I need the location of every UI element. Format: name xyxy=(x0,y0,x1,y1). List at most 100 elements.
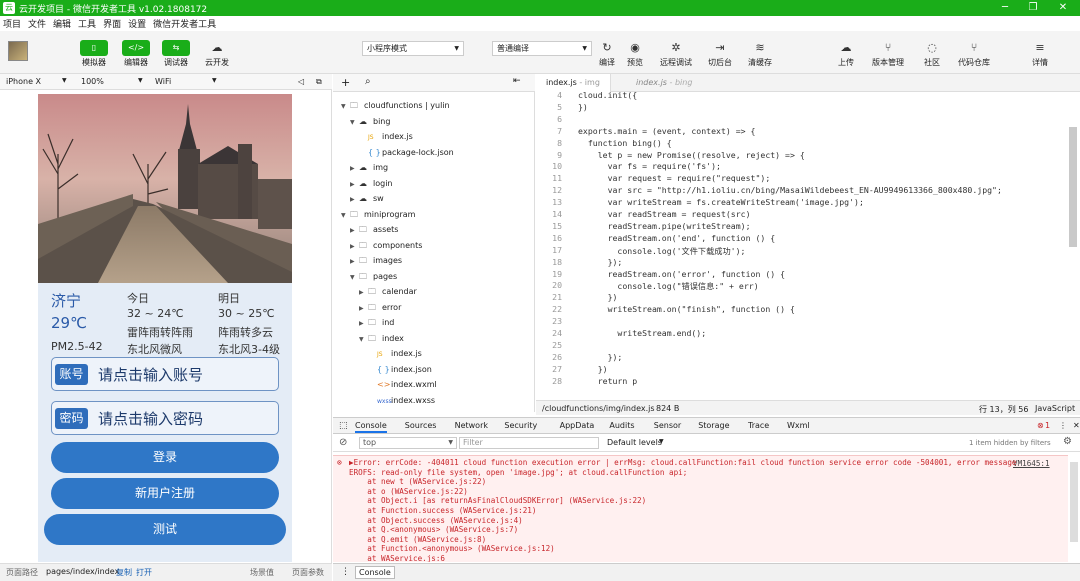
code-line[interactable]: exports.main = (event, context) => { xyxy=(578,126,755,136)
search-icon[interactable]: ⌕ xyxy=(365,76,371,87)
compile-button[interactable]: ↻ 编译 xyxy=(593,40,621,68)
compile-select[interactable]: 普通编译 ▼ xyxy=(492,41,592,56)
menu-item-edit[interactable]: 编辑 xyxy=(53,17,71,30)
kebab-icon[interactable]: ⋮ xyxy=(1059,421,1067,430)
code-line[interactable]: }) xyxy=(578,102,588,112)
add-icon[interactable]: + xyxy=(341,76,350,89)
chevron-down-icon[interactable]: ▼ xyxy=(212,77,217,84)
remote-debug-button[interactable]: ✲ 远程调试 xyxy=(660,40,692,68)
network-select[interactable]: WiFi xyxy=(155,77,171,86)
inspect-icon[interactable]: ⬚ xyxy=(339,421,348,431)
gear-icon[interactable]: ⚙ xyxy=(1063,436,1072,447)
code-line[interactable]: var readStream = request(src) xyxy=(578,209,751,219)
code-line[interactable]: var writeStream = fs.createWriteStream('… xyxy=(578,197,864,207)
tab-audits[interactable]: Audits xyxy=(609,421,634,430)
tab-network[interactable]: Network xyxy=(455,421,488,430)
chevron-right-icon[interactable]: ▶ xyxy=(350,223,359,238)
background-button[interactable]: ⇥ 切后台 xyxy=(706,40,734,68)
copy-link[interactable]: 复制 xyxy=(116,567,132,578)
account-input[interactable]: 账号 请点击输入账号 xyxy=(51,357,279,391)
tree-item[interactable]: ▶ ☁ sw xyxy=(350,191,384,206)
device-select[interactable]: iPhone X xyxy=(6,77,41,86)
code-line[interactable]: }) xyxy=(578,292,618,302)
code-line[interactable]: cloud.init({ xyxy=(578,92,637,100)
filter-input[interactable]: Filter xyxy=(459,437,599,449)
tab-index-img[interactable]: index.js - img xyxy=(536,74,611,92)
tab-sensor[interactable]: Sensor xyxy=(654,421,681,430)
tree-item[interactable]: <>index.wxml xyxy=(368,377,437,392)
code-line[interactable]: writeStream.end(); xyxy=(578,328,706,338)
tree-item[interactable]: ▼ 🗀 index xyxy=(359,331,404,346)
menu-item-wechat-devtools[interactable]: 微信开发者工具 xyxy=(153,17,216,30)
clear-console-icon[interactable]: ⊘ xyxy=(339,437,347,448)
register-button[interactable]: 新用户注册 xyxy=(51,478,279,509)
tree-item[interactable]: ▼ 🗀 pages xyxy=(350,269,397,284)
tree-item[interactable]: wxssindex.wxss xyxy=(368,393,435,408)
tab-console[interactable]: Console xyxy=(355,421,387,433)
tab-security[interactable]: Security xyxy=(504,421,537,430)
menu-item-settings[interactable]: 设置 xyxy=(128,17,146,30)
code-line[interactable]: console.log('文件下载成功'); xyxy=(578,245,745,257)
simulator-button[interactable]: ▯ 模拟器 xyxy=(80,40,108,68)
tree-item[interactable]: ▶ 🗀 images xyxy=(350,253,402,268)
code-line[interactable]: readStream.on('error', function () { xyxy=(578,269,785,279)
chevron-down-icon[interactable]: ▼ xyxy=(341,208,350,223)
open-link[interactable]: 打开 xyxy=(136,567,152,578)
tree-item[interactable]: ▼ 🗀 cloudfunctions | yulin xyxy=(341,98,450,113)
code-line[interactable]: var src = "http://h1.ioliu.cn/bing/Masai… xyxy=(578,185,1002,195)
code-line[interactable]: var request = require("request"); xyxy=(578,173,771,183)
code-line[interactable]: readStream.on('end', function () { xyxy=(578,233,776,243)
clear-cache-button[interactable]: ≋ 清缓存 xyxy=(746,40,774,68)
chevron-right-icon[interactable]: ▶ xyxy=(350,239,359,254)
mode-select[interactable]: 小程序模式 ▼ xyxy=(362,41,464,56)
avatar[interactable] xyxy=(8,41,28,61)
code-line[interactable]: writeStream.on("finish", function () { xyxy=(578,304,795,314)
error-count-badge[interactable]: 1 xyxy=(1045,421,1050,430)
password-input[interactable]: 密码 请点击输入密码 xyxy=(51,401,279,435)
tab-index-bing[interactable]: index.js - bing xyxy=(626,74,702,92)
tree-item[interactable]: ▶ ☁ login xyxy=(350,176,393,191)
volume-icon[interactable]: ◁ xyxy=(298,77,304,86)
tree-item[interactable]: ▶ 🗀 assets xyxy=(350,222,398,237)
upload-button[interactable]: ☁ 上传 xyxy=(832,40,860,68)
tab-trace[interactable]: Trace xyxy=(748,421,769,430)
version-button[interactable]: ⑂ 版本管理 xyxy=(872,40,904,68)
language-mode[interactable]: JavaScript xyxy=(1035,404,1075,413)
login-button[interactable]: 登录 xyxy=(51,442,279,473)
code-line[interactable]: console.log("错误信息:" + err) xyxy=(578,280,758,292)
tree-item[interactable]: ▶ 🗀 ind xyxy=(359,315,394,330)
chevron-right-icon[interactable]: ▶ xyxy=(350,192,359,207)
minimize-icon[interactable]: ─ xyxy=(990,0,1020,16)
tree-item[interactable]: ▶ 🗀 components xyxy=(350,238,422,253)
context-select[interactable]: top ▼ xyxy=(359,437,457,449)
params-button[interactable]: 页面参数 xyxy=(292,567,324,578)
scene-button[interactable]: 场景值 xyxy=(250,567,274,578)
code-line[interactable]: }); xyxy=(578,257,623,267)
chevron-down-icon[interactable]: ▼ xyxy=(138,77,143,84)
drawer-tab-console[interactable]: Console xyxy=(355,566,395,579)
chevron-right-icon[interactable]: ▶ xyxy=(350,161,359,176)
tree-item[interactable]: ▶ ☁ img xyxy=(350,160,388,175)
code-line[interactable]: function bing() { xyxy=(578,138,672,148)
editor-button[interactable]: </> 编辑器 xyxy=(122,40,150,68)
tree-item[interactable]: JS index.js xyxy=(359,129,413,144)
test-button[interactable]: 测试 xyxy=(44,514,286,545)
chevron-down-icon[interactable]: ▼ xyxy=(350,270,359,285)
code-line[interactable]: }) xyxy=(578,364,608,374)
chevron-down-icon[interactable]: ▼ xyxy=(359,332,368,347)
details-button[interactable]: ≡ 详情 xyxy=(1026,40,1054,68)
menu-item-project[interactable]: 项目 xyxy=(3,17,21,30)
editor-scrollbar[interactable] xyxy=(1069,127,1077,247)
tree-item[interactable]: ▼ ☁ bing xyxy=(350,114,390,129)
chevron-down-icon[interactable]: ▼ xyxy=(659,438,664,445)
tree-item[interactable]: ▶ 🗀 error xyxy=(359,300,401,315)
tab-appdata[interactable]: AppData xyxy=(560,421,595,430)
tree-item[interactable]: JS index.js xyxy=(368,346,422,361)
chevron-down-icon[interactable]: ▼ xyxy=(341,99,350,114)
tab-wxml[interactable]: Wxml xyxy=(787,421,810,430)
cloud-dev-button[interactable]: ☁ 云开发 xyxy=(203,40,231,68)
code-line[interactable]: readStream.pipe(writeStream); xyxy=(578,221,751,231)
menu-item-view[interactable]: 界面 xyxy=(103,17,121,30)
tree-item[interactable]: ▼ 🗀 miniprogram xyxy=(341,207,415,222)
zoom-select[interactable]: 100% xyxy=(81,77,104,86)
